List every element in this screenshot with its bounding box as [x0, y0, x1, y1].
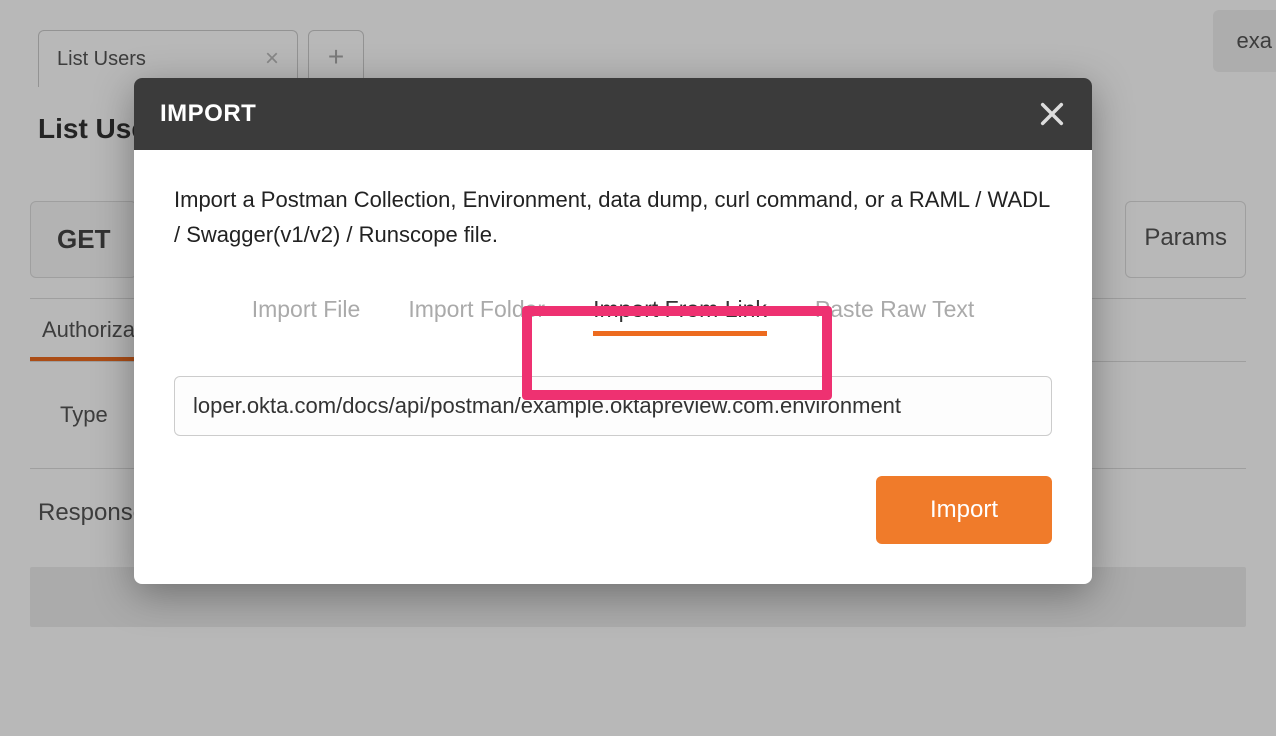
import-modal: IMPORT Import a Postman Collection, Envi…	[134, 78, 1092, 584]
tab-import-folder[interactable]: Import Folder	[408, 284, 545, 333]
close-icon	[1038, 100, 1066, 128]
modal-description: Import a Postman Collection, Environment…	[174, 182, 1052, 252]
import-button-row: Import	[174, 476, 1052, 544]
modal-header: IMPORT	[134, 78, 1092, 150]
modal-body: Import a Postman Collection, Environment…	[134, 150, 1092, 584]
import-tabs: Import File Import Folder Import From Li…	[174, 284, 1052, 336]
tab-import-from-link[interactable]: Import From Link	[593, 284, 767, 336]
import-url-input[interactable]	[174, 376, 1052, 436]
import-button[interactable]: Import	[876, 476, 1052, 544]
modal-title: IMPORT	[160, 100, 256, 128]
tab-import-file[interactable]: Import File	[252, 284, 361, 333]
close-modal-button[interactable]	[1038, 100, 1066, 128]
tab-paste-raw-text[interactable]: Paste Raw Text	[815, 284, 974, 333]
